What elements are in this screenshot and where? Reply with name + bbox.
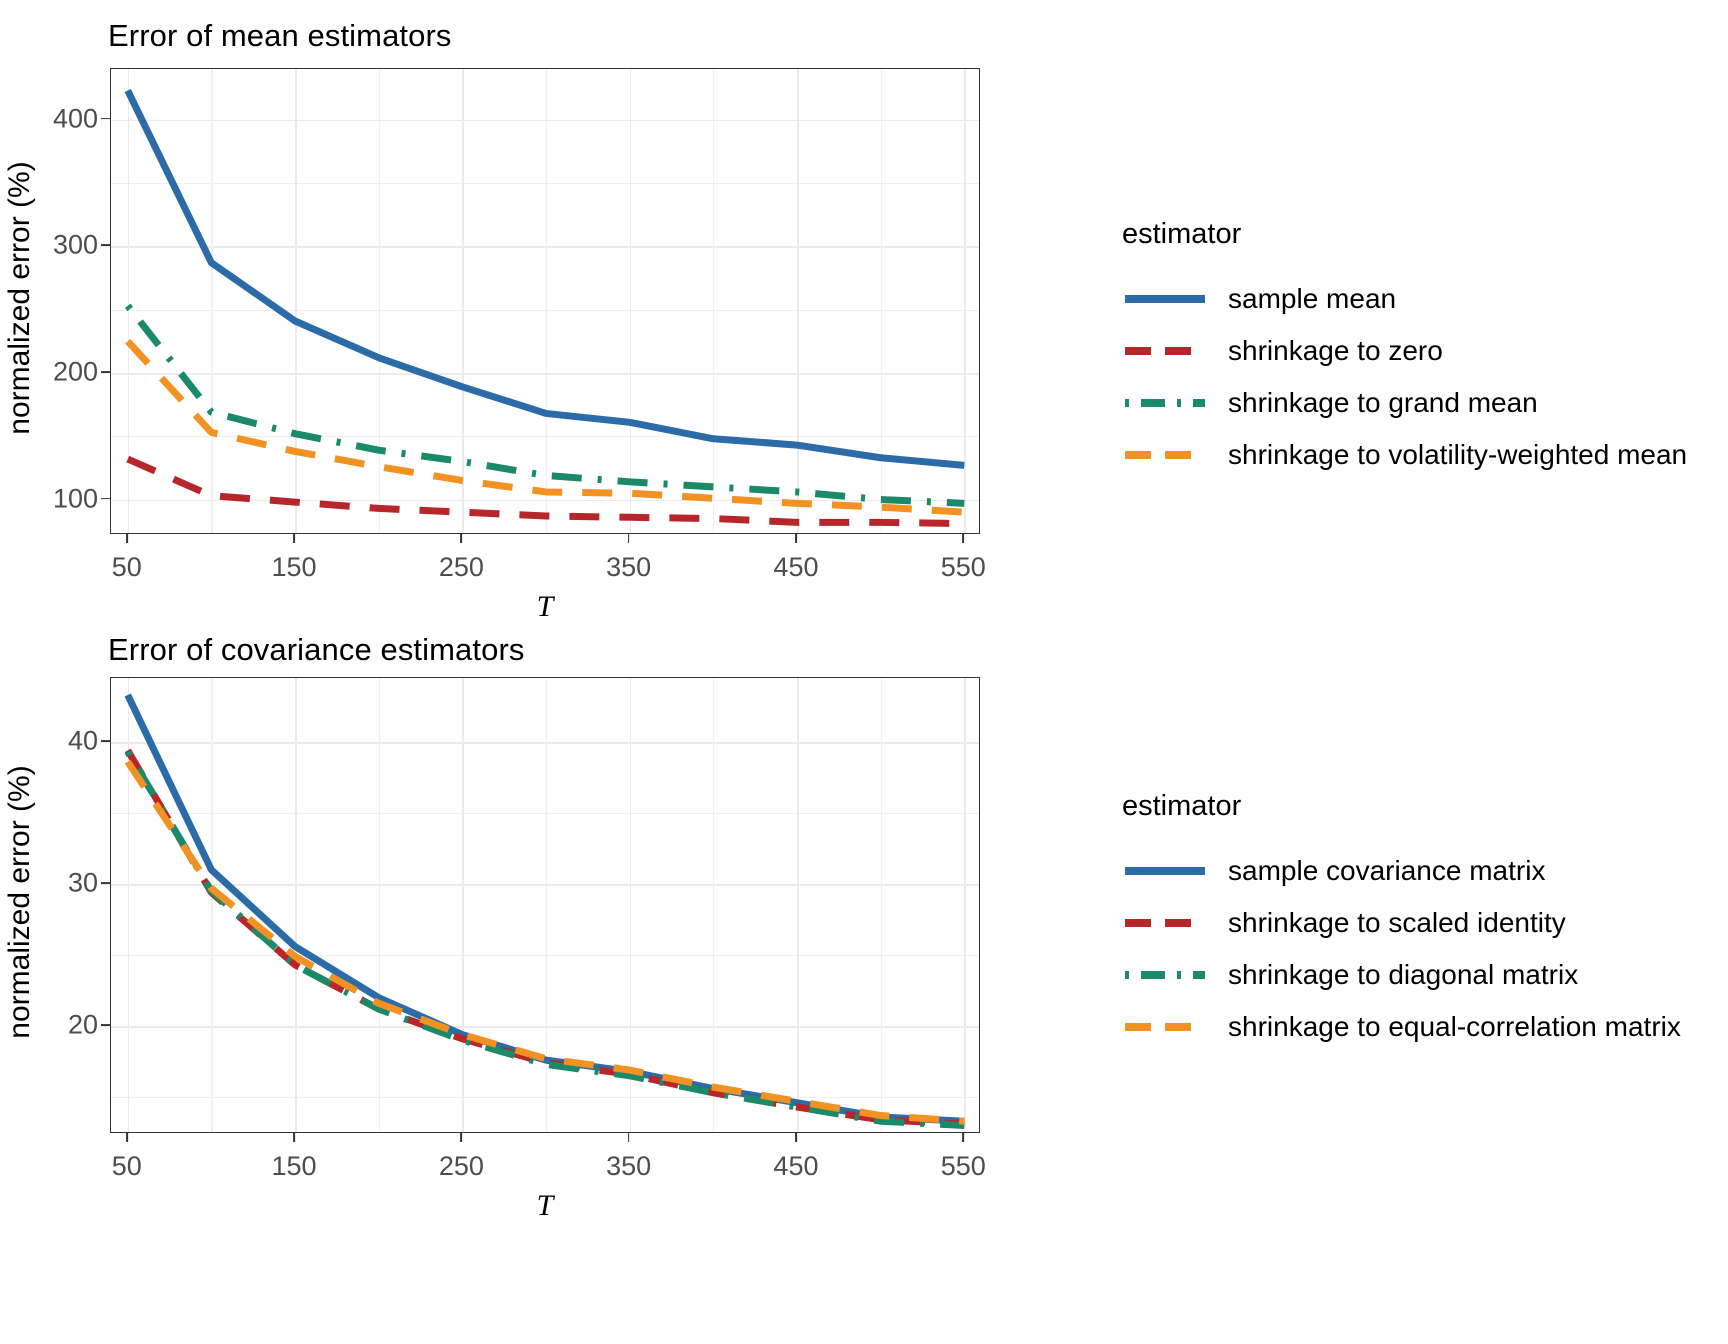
x-tick-label: 250 — [438, 1151, 484, 1181]
legend-item-2[interactable]: shrinkage to zero — [1122, 325, 1687, 377]
page-title: Error of mean estimators — [108, 18, 452, 53]
x-tick-label: 550 — [940, 1151, 986, 1181]
legend-item-label: shrinkage to grand mean — [1228, 387, 1538, 418]
legend-mean: estimator sample mean shrinkage to zero sh… — [1122, 218, 1687, 481]
series-layer — [124, 89, 965, 528]
x-tick-mark — [293, 1133, 295, 1142]
legend-swatch-icon — [1122, 273, 1208, 325]
x-tick-label: 250 — [438, 552, 484, 582]
legend-item-3[interactable]: shrinkage to grand mean — [1122, 377, 1687, 429]
x-tick-mark — [293, 534, 295, 543]
legend-covariance: estimator sample covariance matrix shrink… — [1122, 790, 1681, 1053]
x-tick-label: 50 — [111, 1151, 142, 1181]
page-title-covariance: Error of covariance estimators — [108, 632, 525, 667]
legend-item-label: shrinkage to equal-correlation matrix — [1228, 1011, 1681, 1042]
y-axis-title: normalized error (%) — [3, 161, 36, 435]
x-tick-mark — [962, 1133, 965, 1142]
x-tick-label: 150 — [271, 1151, 317, 1181]
y-tick-mark — [101, 117, 110, 120]
legend-item-label: shrinkage to volatility-weighted mean — [1228, 439, 1688, 470]
x-tick-mark — [460, 534, 463, 543]
y-tick-label: 100 — [52, 483, 98, 514]
x-tick-label: 450 — [773, 552, 819, 582]
legend-swatch-icon — [1122, 429, 1208, 481]
legend-swatch-icon — [1122, 325, 1208, 377]
y-tick-label: 30 — [67, 867, 98, 898]
x-tick-mark — [460, 1133, 463, 1142]
y-tick-mark — [101, 371, 110, 373]
legend-item-label: shrinkage to scaled identity — [1228, 907, 1566, 938]
y-tick-label: 20 — [67, 1009, 98, 1040]
chart-panel-mean: Error of mean estimators normalized erro… — [0, 0, 1728, 672]
x-tick-mark — [627, 1133, 630, 1142]
x-tick-mark — [125, 534, 128, 543]
legend-swatch-icon — [1122, 1001, 1208, 1053]
series-line-3 — [124, 303, 965, 507]
x-tick-label: 550 — [940, 552, 986, 582]
legend-item-1[interactable]: sample covariance matrix — [1122, 845, 1681, 897]
series-line-2 — [124, 748, 965, 1128]
x-tick-mark — [125, 1133, 128, 1142]
y-tick-label: 400 — [52, 103, 98, 134]
legend-swatch-icon — [1122, 897, 1208, 949]
plot-area-covariance — [110, 677, 980, 1133]
x-tick-label: 350 — [606, 1151, 652, 1181]
x-tick-mark — [627, 534, 630, 543]
series-layer — [124, 693, 965, 1129]
y-tick-mark — [101, 1024, 110, 1026]
legend-item-3[interactable]: shrinkage to diagonal matrix — [1122, 949, 1681, 1001]
legend-swatch-icon — [1122, 949, 1208, 1001]
x-axis-title-covariance: T — [536, 1189, 554, 1222]
series-line-1 — [124, 693, 965, 1125]
y-tick-mark — [101, 497, 110, 500]
legend-item-4[interactable]: shrinkage to equal-correlation matrix — [1122, 1001, 1681, 1053]
series-line-3 — [124, 750, 965, 1129]
y-tick-label: 200 — [52, 356, 98, 387]
legend-item-label: sample mean — [1228, 283, 1397, 314]
x-tick-label: 50 — [111, 552, 142, 582]
x-axis-title: T — [536, 590, 554, 623]
legend-title: estimator — [1122, 218, 1242, 250]
plot-area-mean — [110, 68, 980, 534]
legend-item-2[interactable]: shrinkage to scaled identity — [1122, 897, 1681, 949]
legend-title-covariance: estimator — [1122, 790, 1242, 822]
y-tick-mark — [101, 740, 110, 742]
legend-item-4[interactable]: shrinkage to volatility-weighted mean — [1122, 429, 1687, 481]
chart-panel-covariance: Error of covariance estimators normalize… — [0, 632, 1728, 1344]
legend-swatch-icon — [1122, 377, 1208, 429]
x-tick-label: 350 — [606, 552, 652, 582]
series-line-4 — [124, 759, 965, 1125]
series-line-4 — [125, 338, 965, 516]
legend-item-1[interactable]: sample mean — [1122, 273, 1687, 325]
legend-item-label: sample covariance matrix — [1228, 855, 1546, 886]
y-axis-title-covariance: normalized error (%) — [3, 765, 36, 1039]
x-tick-mark — [795, 534, 797, 543]
legend-swatch-icon — [1122, 845, 1208, 897]
legend-item-label: shrinkage to diagonal matrix — [1228, 959, 1579, 990]
x-tick-label: 450 — [773, 1151, 819, 1181]
y-tick-mark — [101, 244, 110, 247]
y-tick-label: 40 — [67, 725, 98, 756]
legend-item-label: shrinkage to zero — [1228, 335, 1443, 366]
y-tick-label: 300 — [52, 229, 98, 260]
x-tick-mark — [962, 534, 965, 543]
x-tick-mark — [795, 1133, 797, 1142]
x-tick-label: 150 — [271, 552, 317, 582]
y-tick-mark — [101, 882, 110, 884]
series-line-1 — [124, 89, 965, 469]
